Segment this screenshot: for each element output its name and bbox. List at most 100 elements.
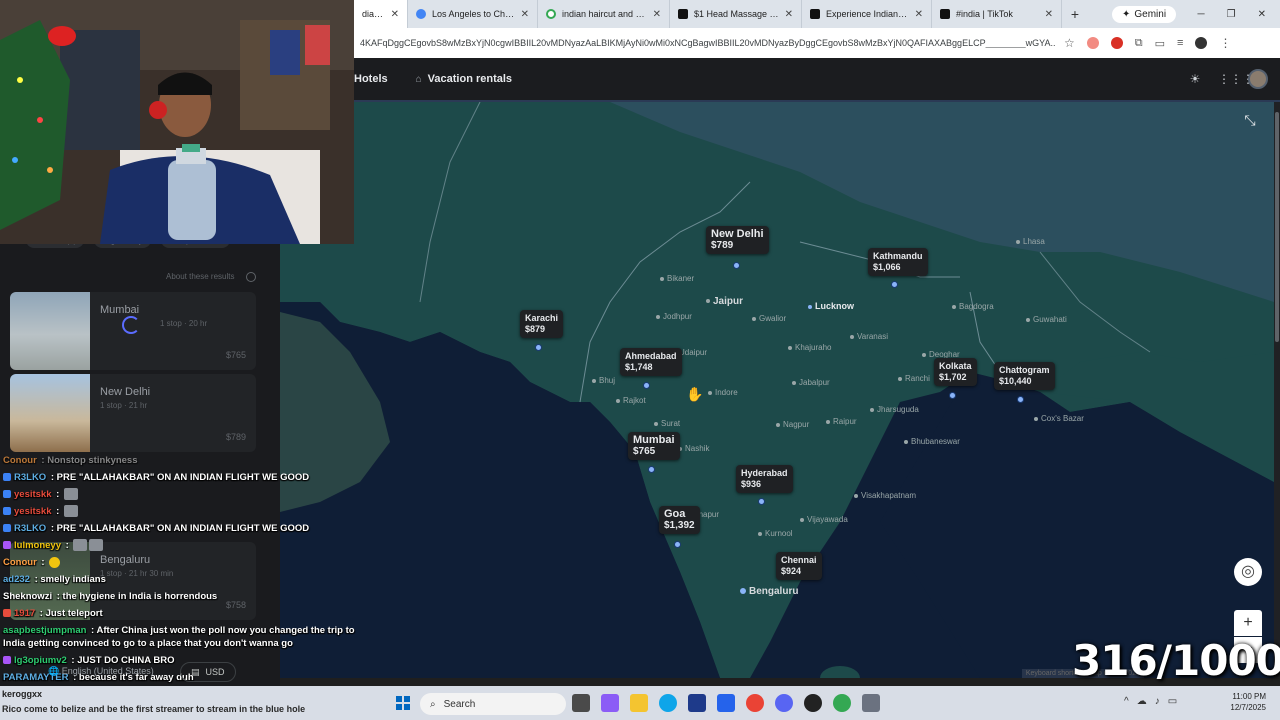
apps-grid-icon[interactable]: ⋮⋮⋮ — [1218, 72, 1254, 86]
account-avatar[interactable] — [1248, 69, 1268, 89]
emote-icon — [49, 556, 61, 568]
chrome-profile-icon[interactable] — [833, 694, 851, 712]
zoom-in-button[interactable]: + — [1234, 610, 1262, 636]
price-pin-goa[interactable]: Goa $1,392 — [659, 506, 700, 534]
sub-badge-icon — [3, 490, 11, 499]
info-icon[interactable] — [246, 272, 256, 282]
label-bagdogra: Bagdogra — [952, 302, 994, 311]
tab-close-icon[interactable]: ✕ — [915, 9, 923, 20]
emote-icon — [63, 488, 78, 501]
chat-message: Sheknowzi : the hygiene in India is horr… — [3, 591, 218, 602]
windows-start-icon[interactable] — [396, 696, 410, 710]
ticker-username: keroggxx — [2, 689, 43, 699]
price-pin-chattogram[interactable]: Chattogram $10,440 — [994, 362, 1055, 390]
destination-card-new-delhi[interactable]: New Delhi 1 stop · 21 hr $789 — [10, 374, 256, 452]
settings-gear-icon[interactable] — [862, 694, 880, 712]
restore-icon[interactable]: ❐ — [1227, 9, 1236, 20]
label-bhuj: Bhuj — [592, 376, 615, 385]
tab-label: Experience Indian Head — [826, 9, 909, 19]
google-flights-icon — [416, 9, 426, 19]
bookmark-star-icon[interactable]: ☆ — [1064, 36, 1075, 50]
chrome-icon[interactable] — [746, 694, 764, 712]
url-field[interactable]: 4KAFqDggCEgovbS8wMzBxYjN0cgwIBBIIL20vMDN… — [360, 38, 1056, 48]
explore-map[interactable]: ⤡ Bikaner Jaipur Lucknow Lhasa Jodhpur G… — [280, 102, 1274, 678]
price-pin-chennai[interactable]: Chennai $924 — [776, 552, 822, 580]
store-icon[interactable] — [688, 694, 706, 712]
browser-tab-experience[interactable]: Experience Indian Head ✕ — [802, 0, 932, 28]
taskbar-clock[interactable]: 11:00 PM 12/7/2025 — [1222, 691, 1266, 713]
price-pin-kathmandu[interactable]: Kathmandu $1,066 — [868, 248, 928, 276]
about-results-link[interactable]: About these results — [166, 272, 234, 281]
browser-tab-haircut[interactable]: indian haircut and head ✕ — [538, 0, 670, 28]
gemini-button[interactable]: ✦ Gemini — [1112, 5, 1177, 23]
exit-fullscreen-button[interactable]: ⤡ — [1240, 110, 1260, 130]
browser-tab-massage[interactable]: $1 Head Massage in Ind ✕ — [670, 0, 802, 28]
browser-tab-india[interactable]: dia | G ✕ — [354, 0, 408, 28]
price-pin-mumbai[interactable]: Mumbai $765 — [628, 432, 680, 460]
chat-message: yesitskk : — [0, 503, 360, 520]
price-pin-new-delhi[interactable]: New Delhi $789 — [706, 226, 769, 254]
label-bengaluru[interactable]: Bengaluru — [740, 586, 798, 597]
minimize-icon[interactable]: ─ — [1198, 9, 1205, 20]
obs-icon[interactable] — [804, 694, 822, 712]
profile-icon[interactable] — [1195, 37, 1208, 49]
taskbar-search[interactable]: ⌕ Search — [420, 693, 566, 715]
language-selector[interactable]: 🌐 English (United States) — [48, 666, 154, 677]
close-window-icon[interactable]: ✕ — [1258, 9, 1266, 20]
scrollbar-thumb[interactable] — [1275, 112, 1279, 342]
tab-close-icon[interactable]: ✕ — [1045, 9, 1053, 20]
browser-tab-la-china[interactable]: Los Angeles to China | G ✕ — [408, 0, 538, 28]
land-sri-lanka — [820, 666, 860, 678]
page-scrollbar[interactable] — [1274, 102, 1280, 678]
task-view-icon[interactable] — [572, 694, 590, 712]
tab-close-icon[interactable]: ✕ — [521, 9, 529, 20]
house-icon: ⌂ — [415, 73, 422, 85]
theme-sun-icon[interactable]: ☀ — [1188, 72, 1202, 86]
price-pin-kolkata[interactable]: Kolkata $1,702 — [934, 358, 977, 386]
nav-hotels[interactable]: Hotels — [354, 73, 402, 85]
label-rajkot: Rajkot — [616, 396, 646, 405]
tab-close-icon[interactable]: ✕ — [653, 9, 661, 20]
pin-dot — [674, 541, 681, 548]
tiktok-icon — [810, 9, 820, 19]
pin-dot — [891, 281, 898, 288]
chat-message: Conour : — [0, 554, 360, 571]
pin-dot — [758, 498, 765, 505]
label-khajuraho: Khajuraho — [788, 343, 831, 352]
playlist-icon[interactable]: ≡ — [1177, 37, 1183, 49]
discord-icon[interactable] — [775, 694, 793, 712]
hand-cursor-icon: ✋ — [686, 386, 704, 402]
battery-icon[interactable]: ▭ — [1168, 696, 1177, 707]
destination-thumbnail — [10, 292, 90, 370]
browser-tab-tiktok[interactable]: #india | TikTok ✕ — [932, 0, 1062, 28]
tiktok-icon — [678, 9, 688, 19]
clock-time: 11:00 PM — [1232, 692, 1266, 701]
teams-icon[interactable] — [601, 694, 619, 712]
label-guwahati: Guwahati — [1026, 315, 1067, 324]
outlook-icon[interactable] — [717, 694, 735, 712]
volume-icon[interactable]: ♪ — [1155, 696, 1160, 707]
price-pin-hyderabad[interactable]: Hyderabad $936 — [736, 465, 793, 493]
price-pin-ahmedabad[interactable]: Ahmedabad $1,748 — [620, 348, 682, 376]
tiktok-icon — [940, 9, 950, 19]
tab-close-icon[interactable]: ✕ — [391, 9, 399, 20]
edge-icon[interactable] — [659, 694, 677, 712]
cast-icon[interactable]: ▭ — [1155, 37, 1165, 50]
currency-selector[interactable]: ▤ USD — [180, 662, 236, 682]
recenter-button[interactable]: ◎ — [1234, 558, 1262, 586]
menu-kebab-icon[interactable]: ⋮ — [1219, 36, 1231, 50]
adblock-icon[interactable] — [1110, 37, 1123, 49]
label-indore: Indore — [708, 388, 738, 397]
stream-counter: 316/1000 — [1072, 636, 1280, 685]
new-tab-button[interactable]: + — [1062, 6, 1088, 22]
chat-message: 1917 : Just teleport — [0, 605, 360, 622]
puzzle-icon[interactable]: ⧉ — [1135, 37, 1143, 50]
tab-close-icon[interactable]: ✕ — [785, 9, 793, 20]
price-pin-karachi[interactable]: Karachi $879 — [520, 310, 564, 338]
nav-vacation-rentals[interactable]: ⌂ Vacation rentals — [416, 73, 526, 85]
extension-icon[interactable] — [1086, 37, 1099, 49]
network-icon[interactable]: ☁ — [1137, 696, 1147, 707]
chevron-up-icon[interactable]: ^ — [1124, 696, 1129, 707]
label-raipur: Raipur — [826, 417, 857, 426]
file-explorer-icon[interactable] — [630, 694, 648, 712]
